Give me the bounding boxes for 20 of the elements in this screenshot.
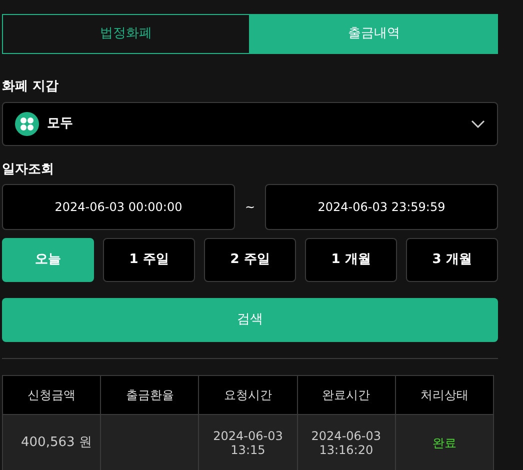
table-cell: 400,563 원 [2, 414, 101, 470]
period-button[interactable]: 3 개월 [406, 238, 498, 282]
date-field[interactable]: 2024-06-03 23:59:59 [265, 184, 498, 230]
coins-icon [15, 112, 39, 136]
column-header: 처리상태 [395, 376, 494, 414]
field-label: 화폐 지갑 [2, 78, 60, 96]
chevron-down-icon [471, 120, 485, 128]
period-button[interactable]: 1 주일 [103, 238, 195, 282]
field-label: 일자조회 [2, 161, 55, 179]
period-button[interactable]: 1 개월 [305, 238, 397, 282]
wallet-select[interactable]: 모두 [2, 102, 498, 146]
column-header: 신청금액 [2, 376, 101, 414]
column-header: 완료시간 [297, 376, 396, 414]
period-button[interactable]: 2 주일 [204, 238, 296, 282]
column-header: 요청시간 [198, 376, 298, 414]
date-field[interactable]: 2024-06-03 00:00:00 [2, 184, 235, 230]
range-separator: ~ [244, 199, 256, 216]
select-value: 모두 [47, 115, 74, 134]
column-header: 출금환율 [100, 376, 199, 414]
tab[interactable]: 법정화폐 [2, 14, 250, 54]
